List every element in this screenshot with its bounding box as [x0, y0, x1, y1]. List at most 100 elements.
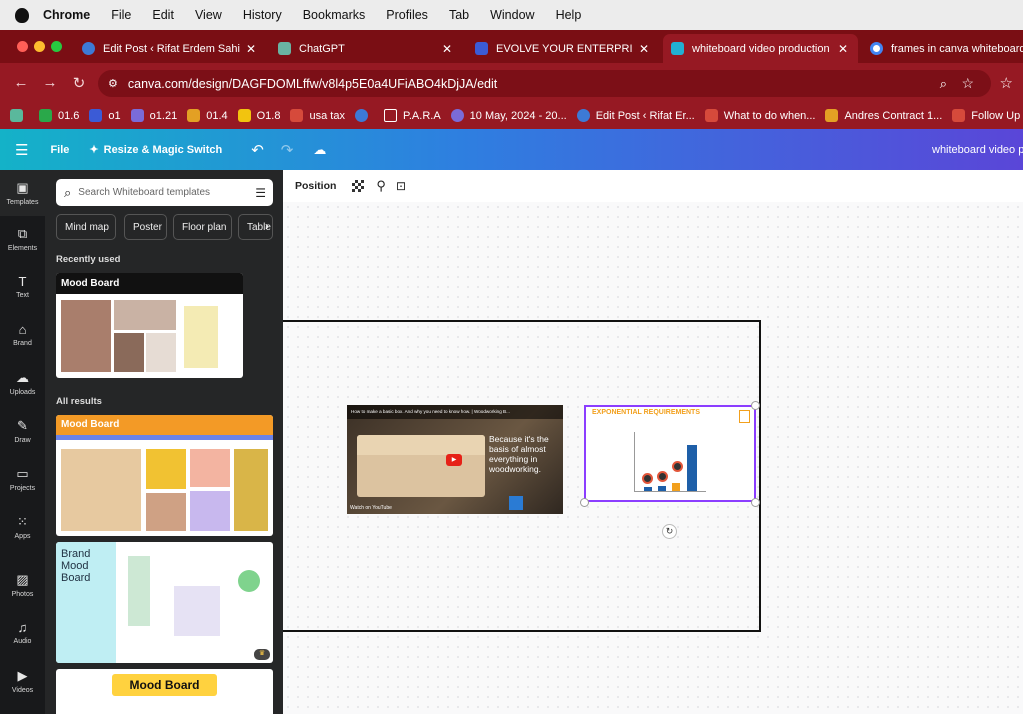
menu-edit[interactable]: Edit	[152, 8, 174, 22]
bookmark-9[interactable]: P.A.R.A	[383, 109, 441, 122]
wordpress-icon	[354, 109, 368, 122]
tab-edit-post[interactable]: Edit Post ‹ Rifat Erdem Sahin ✕	[74, 34, 266, 63]
minimize-window-button[interactable]	[34, 41, 45, 52]
bookmark-6[interactable]: O1.8	[237, 109, 280, 122]
undo-icon[interactable]: ↶	[251, 141, 264, 159]
rail-photos[interactable]: ▨ Photos	[0, 572, 45, 598]
menu-bookmarks[interactable]: Bookmarks	[303, 8, 366, 22]
bookmark-icon	[39, 109, 52, 122]
bookmark-10[interactable]: 10 May, 2024 - 20...	[450, 109, 567, 122]
filter-icon[interactable]: ☰	[255, 186, 266, 200]
position-button[interactable]: Position	[295, 180, 336, 192]
chip-poster[interactable]: Poster	[124, 214, 167, 240]
chart-badge	[672, 461, 683, 472]
bookmark-5[interactable]: 01.4	[187, 109, 228, 122]
rail-templates[interactable]: ▣ Templates	[0, 170, 45, 216]
close-window-button[interactable]	[17, 41, 28, 52]
menu-tab[interactable]: Tab	[449, 8, 469, 22]
thumb-photo	[146, 333, 176, 372]
menu-view[interactable]: View	[195, 8, 222, 22]
site-info-icon[interactable]: ⚙	[108, 77, 118, 90]
close-icon[interactable]: ✕	[838, 42, 848, 56]
bookmark-2[interactable]: 01.6	[39, 109, 79, 122]
template-thumb-mood-board-2[interactable]: Mood Board	[56, 669, 273, 714]
close-icon[interactable]: ✕	[639, 42, 649, 56]
rail-projects[interactable]: ▭ Projects	[0, 466, 45, 492]
rail-brand[interactable]: ⌂ Brand	[0, 322, 45, 347]
cloud-save-icon[interactable]: ☁	[313, 142, 326, 158]
tab-title: frames in canva whiteboard -	[891, 42, 1023, 55]
template-thumb-recent[interactable]: Mood Board	[56, 273, 243, 378]
forward-icon[interactable]: →	[42, 74, 58, 91]
templates-icon: ▣	[16, 180, 29, 195]
tab-chatgpt[interactable]: ChatGPT ✕	[270, 34, 462, 63]
rail-uploads[interactable]: ☁ Uploads	[0, 370, 45, 396]
bookmark-8[interactable]	[354, 109, 374, 122]
resize-handle[interactable]	[751, 401, 760, 410]
folder-icon	[383, 109, 397, 122]
bookmark-icon	[130, 109, 144, 122]
template-search[interactable]: ⌕ Search Whiteboard templates ☰	[56, 179, 273, 206]
bookmark-star-icon[interactable]: ☆	[961, 75, 974, 92]
template-thumb-brand-mood-board[interactable]: Brand Mood Board ♛	[56, 542, 273, 663]
menu-chrome[interactable]: Chrome	[43, 8, 90, 22]
menu-file[interactable]: File	[111, 8, 131, 22]
rail-audio[interactable]: ♫ Audio	[0, 620, 45, 645]
rail-elements[interactable]: ⧉ Elements	[0, 226, 45, 252]
bookmark-13[interactable]: Andres Contract 1...	[825, 109, 942, 122]
search-input[interactable]: Search Whiteboard templates	[78, 187, 210, 198]
resize-handle[interactable]	[751, 498, 760, 507]
all-results-heading: All results	[56, 396, 102, 407]
chart-image[interactable]: EXPONENTIAL REQUIREMENTS	[584, 405, 756, 502]
transparency-icon[interactable]	[352, 180, 365, 192]
rail-draw[interactable]: ✎ Draw	[0, 418, 45, 444]
rail-label: Uploads	[9, 389, 36, 396]
menu-hamburger-icon[interactable]: ☰	[15, 141, 28, 159]
bookmark-1[interactable]	[10, 109, 29, 122]
menu-window[interactable]: Window	[490, 8, 534, 22]
menu-profiles[interactable]: Profiles	[386, 8, 428, 22]
lock-icon[interactable]: ⊡	[396, 179, 406, 193]
address-bar[interactable]: ⚙ canva.com/design/DAGFDOMLffw/v8l4p5E0a…	[98, 70, 991, 97]
menu-history[interactable]: History	[243, 8, 282, 22]
redo-icon[interactable]: ↷	[281, 141, 294, 159]
bookmark-14[interactable]: Follow Up Fr	[952, 109, 1023, 122]
whiteboard-page[interactable]: How to make a basic box. And why you nee…	[283, 202, 1023, 714]
reload-icon[interactable]: ↻	[71, 74, 87, 92]
close-icon[interactable]: ✕	[246, 42, 256, 56]
template-thumb-mood-board-1[interactable]: Mood Board	[56, 415, 273, 536]
tab-evolve[interactable]: EVOLVE YOUR ENTERPRISE ( ✕	[467, 34, 659, 63]
watch-on-youtube[interactable]: Watch on YouTube	[350, 505, 392, 511]
templates-panel: ⌕ Search Whiteboard templates ☰ Mind map…	[45, 170, 290, 714]
paint-roller-icon[interactable]: ⚲	[376, 178, 386, 194]
close-icon[interactable]: ✕	[442, 42, 452, 56]
tab-whiteboard[interactable]: whiteboard video production ( ✕	[663, 34, 858, 63]
rotate-icon[interactable]: ↻	[662, 524, 677, 539]
rail-apps[interactable]: ⁙ Apps	[0, 514, 45, 540]
tab-frames-google[interactable]: frames in canva whiteboard -	[862, 34, 1023, 63]
resize-handle[interactable]	[580, 498, 589, 507]
play-icon[interactable]: ▶	[446, 454, 462, 466]
chip-mind-map[interactable]: Mind map	[56, 214, 116, 240]
back-icon[interactable]: ←	[13, 74, 29, 91]
resize-magic-switch-button[interactable]: ✦ Resize & Magic Switch	[89, 143, 222, 157]
rail-text[interactable]: T Text	[0, 274, 45, 299]
bookmark-3[interactable]: o1	[89, 109, 121, 122]
bookmark-12[interactable]: What to do when...	[704, 109, 815, 122]
bookmark-7[interactable]: usa tax	[290, 109, 345, 122]
zoom-icon[interactable]: ⌕	[940, 76, 947, 92]
file-menu-button[interactable]: File	[50, 144, 69, 156]
chip-floor-plan[interactable]: Floor plan	[173, 214, 232, 240]
chevron-right-icon[interactable]: ›	[265, 219, 269, 233]
apple-icon[interactable]	[15, 7, 29, 23]
bookmark-4[interactable]: o1.21	[130, 109, 177, 122]
maximize-window-button[interactable]	[51, 41, 62, 52]
star-icon[interactable]: ☆	[1000, 74, 1013, 92]
menu-help[interactable]: Help	[556, 8, 582, 22]
youtube-embed[interactable]: How to make a basic box. And why you nee…	[347, 405, 563, 514]
elements-icon: ⧉	[17, 226, 28, 241]
rail-videos[interactable]: ▶ Videos	[0, 668, 45, 694]
thumb-photo	[190, 449, 230, 487]
document-title[interactable]: whiteboard video pr	[932, 144, 1023, 156]
bookmark-11[interactable]: Edit Post ‹ Rifat Er...	[576, 109, 695, 122]
